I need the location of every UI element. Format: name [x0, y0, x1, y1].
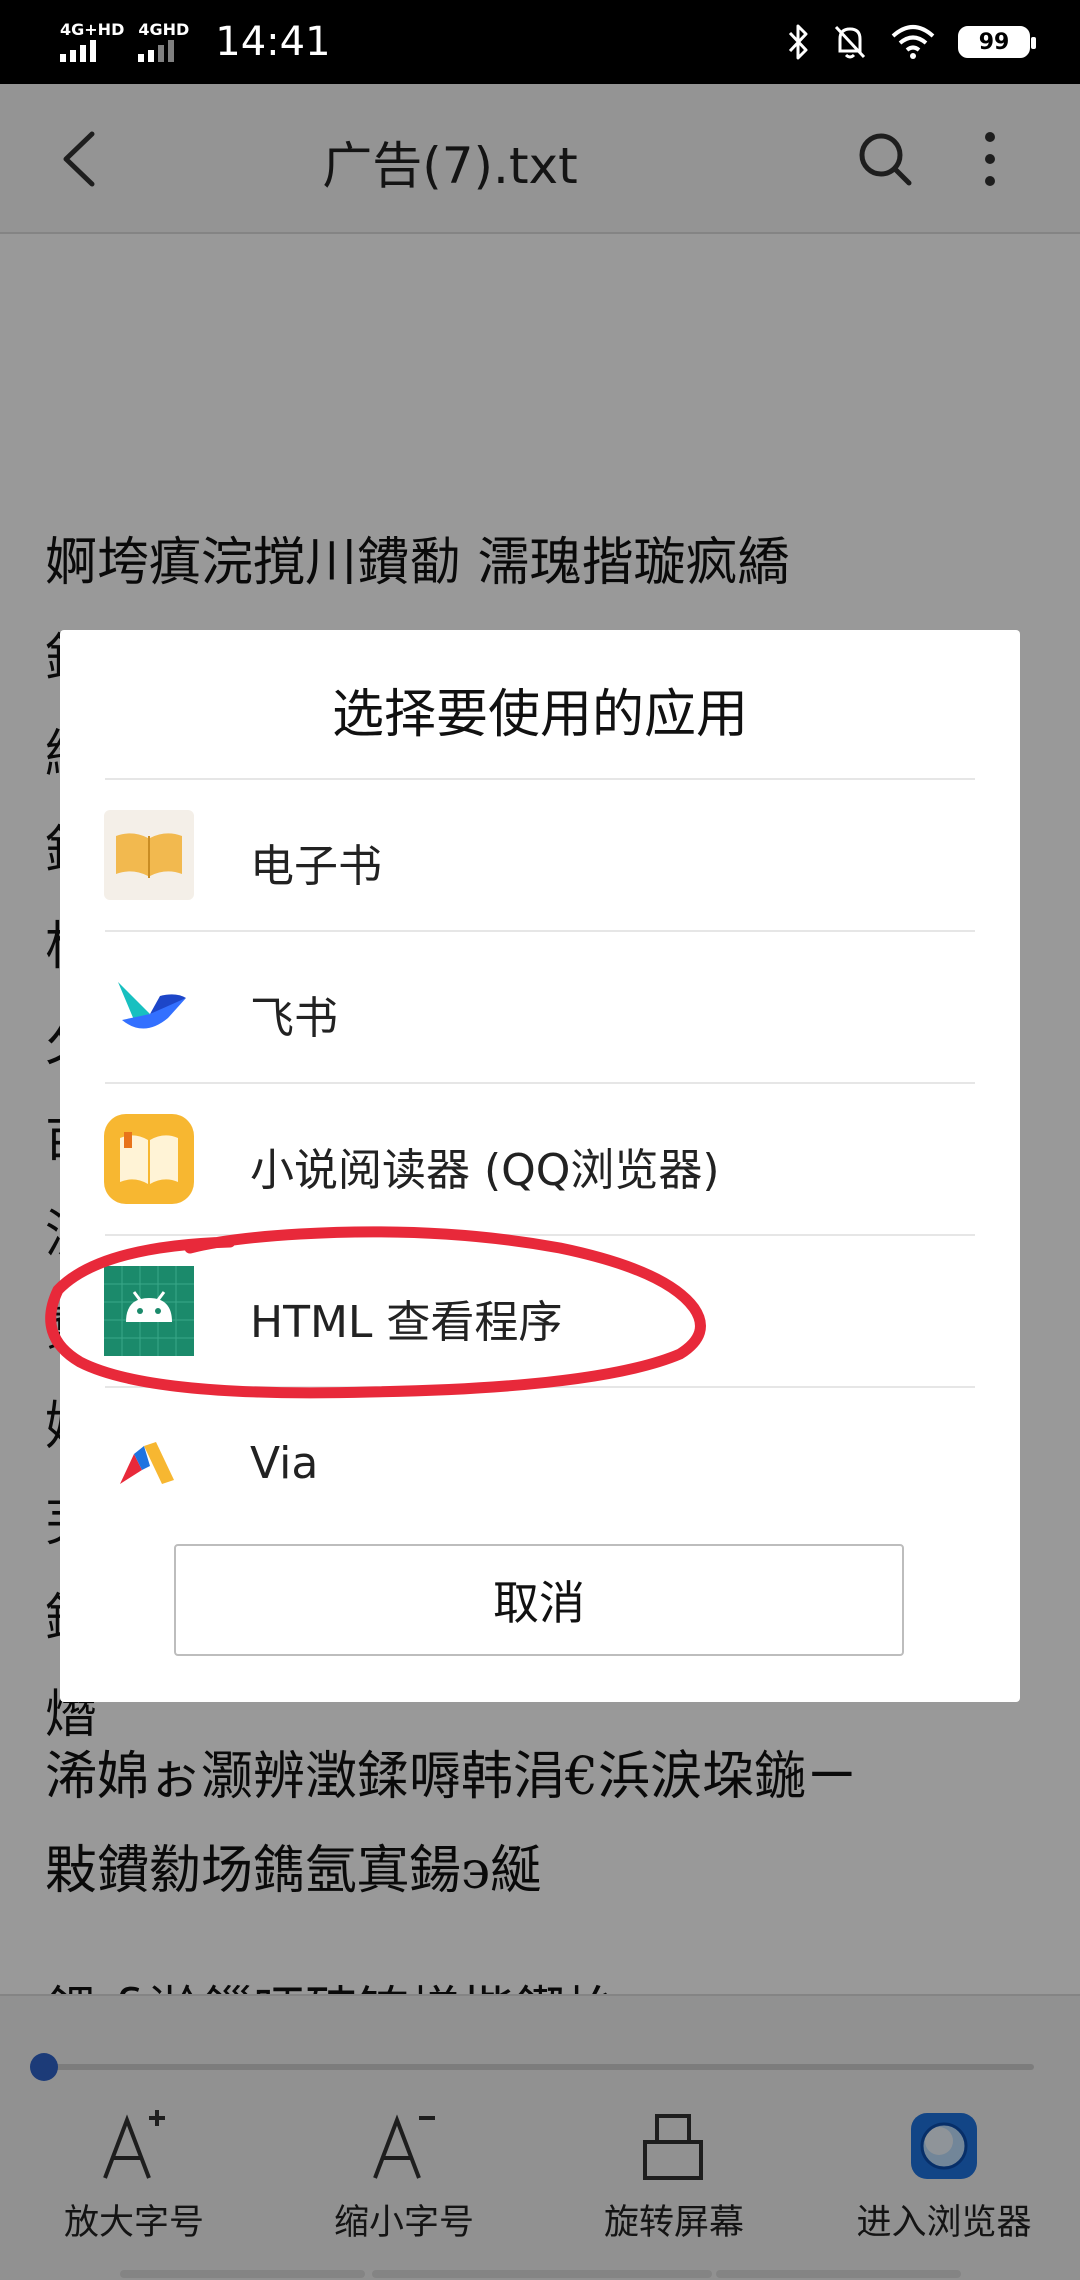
mute-icon [834, 25, 866, 59]
sim2-signal: 4GHD [138, 22, 189, 62]
status-bar: 4G+HD 4GHD 14:41 99 [0, 0, 1080, 84]
clock: 14:41 [215, 19, 331, 65]
via-browser-icon [120, 1442, 174, 1484]
app-option-feishu[interactable]: 飞书 [60, 932, 1020, 1082]
sim1-signal: 4G+HD [60, 22, 124, 62]
ebook-icon [104, 810, 194, 900]
status-left: 4G+HD 4GHD 14:41 [60, 19, 331, 65]
wifi-icon [891, 25, 935, 59]
app-label: 电子书 [250, 841, 382, 892]
annotation-circle [45, 1226, 706, 1399]
sim1-label: 4G+HD [60, 20, 125, 39]
feishu-icon [118, 982, 186, 1029]
status-right: 99 [786, 23, 1036, 61]
battery-icon: 99 [958, 26, 1036, 58]
app-label: 飞书 [250, 993, 338, 1044]
cancel-button[interactable]: 取消 [174, 1544, 904, 1656]
app-option-ebook[interactable]: 电子书 [60, 780, 1020, 930]
bluetooth-icon [788, 24, 808, 60]
app-label: Via [250, 1438, 319, 1489]
dialog-title: 选择要使用的应用 [331, 685, 748, 745]
sim2-label: 4GHD [138, 20, 190, 39]
battery-level: 99 [978, 29, 1010, 55]
signal-bars-icon [138, 40, 175, 62]
app-label: 小说阅读器 (QQ浏览器) [250, 1145, 720, 1196]
app-chooser-dialog: 选择要使用的应用 电子书 飞书 小说阅读器 (QQ浏览器) HTML 查看程序 … [60, 630, 1020, 1702]
signal-bars-icon [60, 40, 96, 62]
novel-reader-icon [104, 1114, 194, 1204]
